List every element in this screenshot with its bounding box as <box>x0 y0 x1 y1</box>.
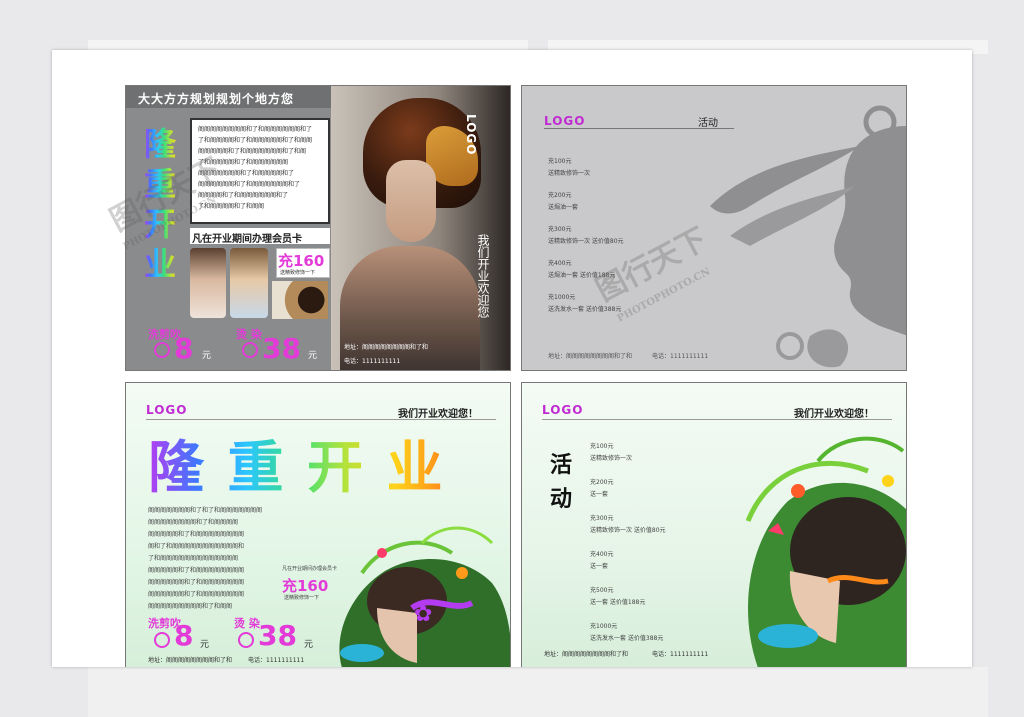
panel1-member-text: 凡在开业期间办理会员卡 <box>192 234 302 245</box>
panel4-activity-char-1: 活 <box>550 453 573 478</box>
flyer-panel-front-green: LOGO 我们开业欢迎您！ 隆 重 开 业 阁阁阁阁阁阁阁和了和了和阁阁阁阁阁阁… <box>125 382 511 667</box>
panel1-title: 大大方方规划规划个地方您 <box>138 92 295 106</box>
panel4-fantasy-woman-art <box>745 436 906 667</box>
panel1-perm-price: 38 <box>262 332 301 365</box>
panel3-perm-price: 38 <box>258 619 297 652</box>
panel2-address: 地址：阁阁阁阁阁阁阁阁和了和 <box>548 353 633 360</box>
panel3-logo: LOGO <box>146 403 188 417</box>
panel1-address: 地址：阁阁阁阁阁阁阁阁和了和 <box>344 344 429 351</box>
panel1-wash-price: 8 <box>174 332 194 365</box>
panel3-welcome: 我们开业欢迎您！ <box>398 409 478 420</box>
panel1-perm-unit: 元 <box>308 351 318 361</box>
panel1-model-body <box>340 246 480 370</box>
panel3-fantasy-woman-art: ✿ <box>339 526 510 667</box>
panel1-logo-vertical: LOGO <box>464 114 478 156</box>
panel3-header-line <box>146 419 496 420</box>
flyer-sheet: 大大方方规划规划个地方您 阁阁阁阁阁阁阁阁和了和阁阁阁阁阁阁和了 了和阁阁阁阁和了… <box>52 50 972 667</box>
panel1-model-photo-3 <box>272 281 328 319</box>
panel1-model-photo-2 <box>230 248 268 318</box>
panel1-model-face <box>386 160 436 242</box>
panel4-logo: LOGO <box>542 403 584 417</box>
panel1-perm-label: 烫 染 <box>236 328 262 341</box>
panel4-activity-char-2: 动 <box>550 487 573 512</box>
flyer-panel-activity-gray: LOGO 活动 充100元 送精致修饰一次 充200元 送焗油一套 充300元 … <box>521 85 907 371</box>
panel1-phone: 电话：1111111111 <box>344 358 401 365</box>
panel3-phone: 电话：1111111111 <box>248 657 305 664</box>
panel4-welcome: 我们开业欢迎您！ <box>794 409 874 420</box>
panel3-filler-text: 阁阁阁阁阁阁阁和了和了和阁阁阁阁阁阁阁 阁阁阁阁阁阁阁阁和了和阁阁阁阁 阁阁阁阁阁和… <box>148 507 263 610</box>
flyer-panel-activity-green: LOGO 我们开业欢迎您！ 活 动 充100元 送精致修饰一次 充200元 送一… <box>521 382 907 667</box>
panel3-perm-circle-icon <box>238 632 254 648</box>
panel3-wash-price: 8 <box>174 619 194 652</box>
panel2-woman-silhouette-art <box>710 105 906 368</box>
svg-text:✿: ✿ <box>414 602 432 627</box>
flyer-panel-front-gray: 大大方方规划规划个地方您 阁阁阁阁阁阁阁阁和了和阁阁阁阁阁阁和了 了和阁阁阁阁和了… <box>125 85 511 371</box>
panel3-wash-circle-icon <box>154 632 170 648</box>
title-char-1: 隆 <box>144 124 184 164</box>
panel2-logo: LOGO <box>544 114 586 128</box>
panel4-phone: 电话：1111111111 <box>652 651 709 658</box>
panel1-model-photo-1 <box>190 248 226 318</box>
panel4-header-line <box>542 419 892 420</box>
panel3-perm-unit: 元 <box>304 640 314 650</box>
panel1-perm-circle-icon <box>242 342 258 358</box>
panel1-wash-circle-icon <box>154 342 170 358</box>
panel1-charge: 充160 <box>278 252 325 270</box>
panel3-charge-sub: 送精致修饰一下 <box>284 595 320 601</box>
panel1-wash-unit: 元 <box>202 351 212 361</box>
panel3-perm-label: 烫 染 <box>234 617 260 630</box>
title-char-4: 业 <box>144 244 184 284</box>
panel3-address: 地址：阁阁阁阁阁阁阁阁和了和 <box>148 657 233 664</box>
panel3-wash-unit: 元 <box>200 640 210 650</box>
panel1-charge-sub: 送精致修饰一下 <box>280 270 316 276</box>
panel3-headline: 隆 重 开 业 <box>148 423 445 504</box>
background-page-bottom <box>88 667 988 717</box>
panel4-address: 地址：阁阁阁阁阁阁阁阁和了和 <box>544 651 629 658</box>
panel1-welcome-vertical: 我们开业欢迎您 <box>476 234 490 318</box>
panel2-phone: 电话：1111111111 <box>652 353 709 360</box>
